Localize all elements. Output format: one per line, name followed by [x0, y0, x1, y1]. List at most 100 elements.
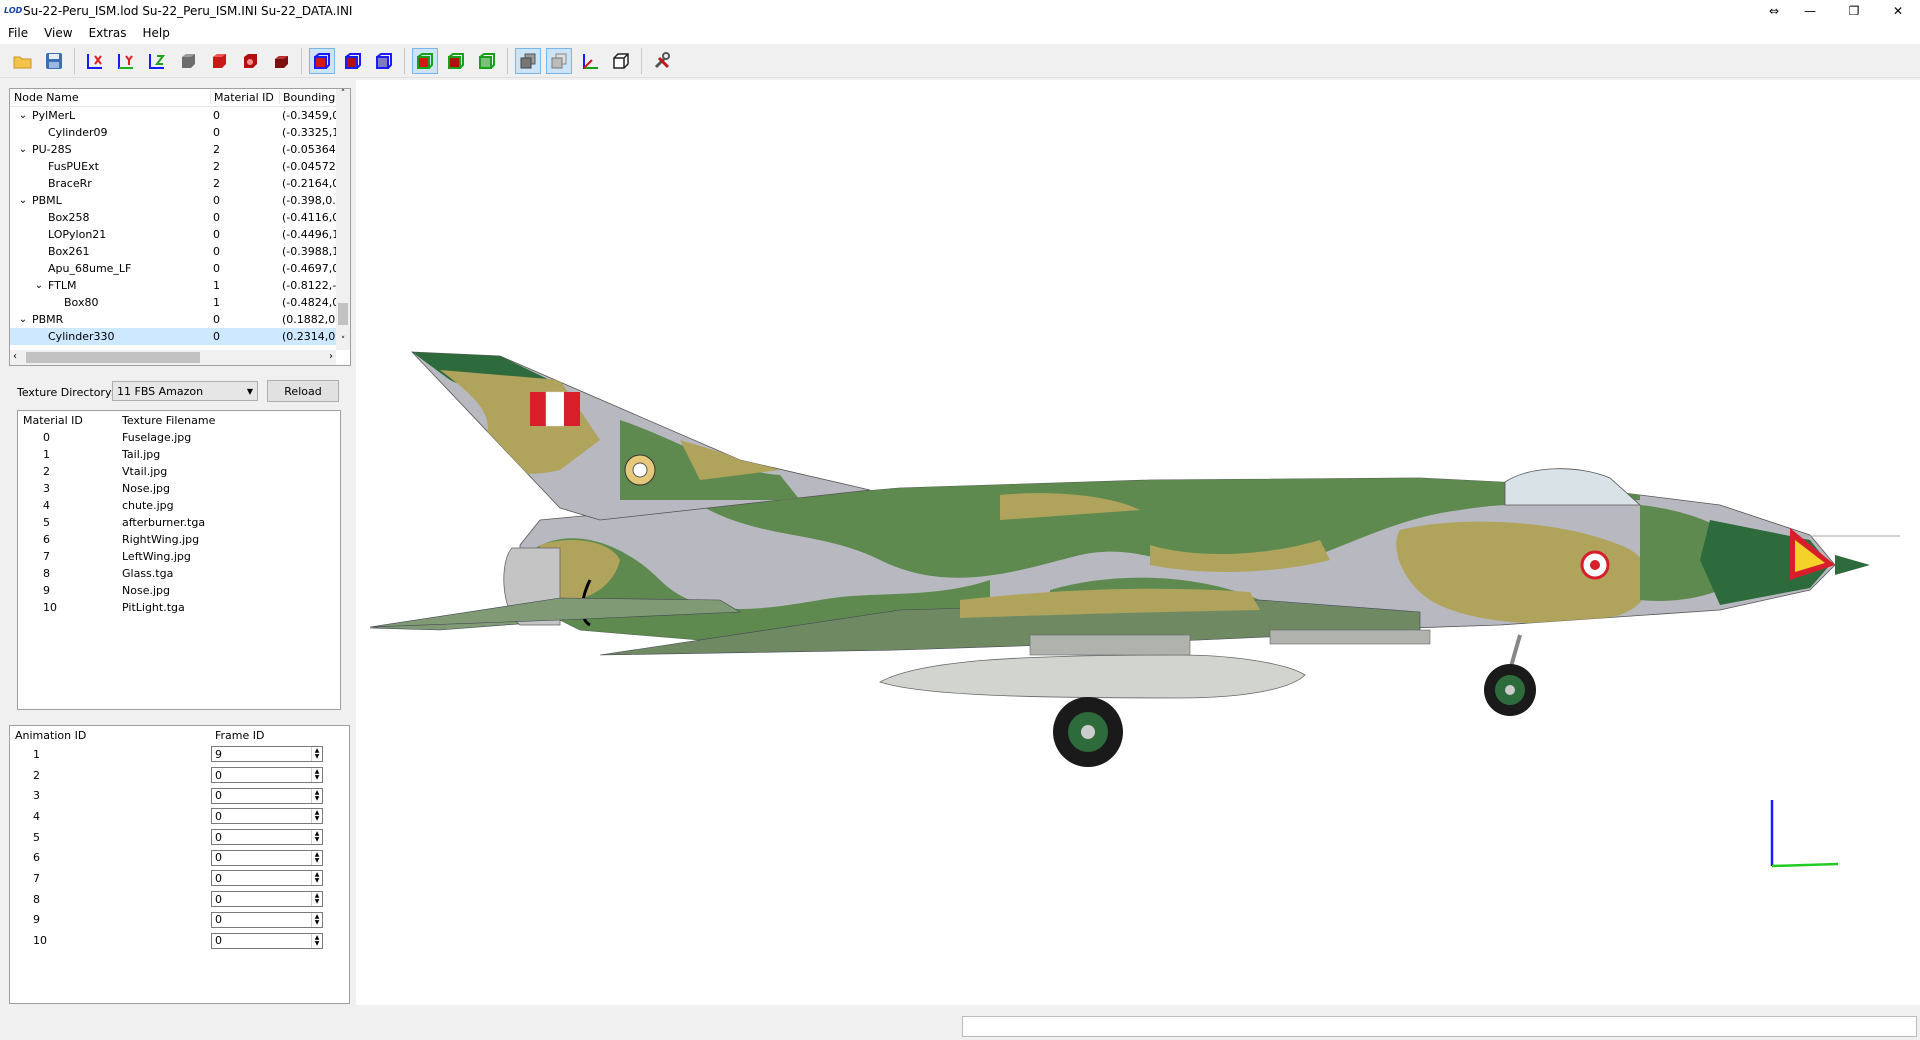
shade-red-box-icon[interactable]: [268, 48, 294, 74]
texture-row[interactable]: 10 PitLight.tga: [18, 599, 340, 616]
frame-id-value[interactable]: 0: [212, 893, 311, 906]
frame-id-spinbox[interactable]: 0 ▲ ▼: [211, 911, 323, 928]
scroll-thumb[interactable]: [26, 352, 200, 363]
texture-row[interactable]: 1 Tail.jpg: [18, 446, 340, 463]
frame-id-value[interactable]: 0: [212, 851, 311, 864]
texture-row[interactable]: 2 Vtail.jpg: [18, 463, 340, 480]
spin-arrows-icon[interactable]: ▲ ▼: [311, 892, 322, 907]
cube-blue-outline-icon[interactable]: [371, 48, 397, 74]
tree-row[interactable]: ⌄ PU-28S 2 (-0.05364,: [10, 141, 336, 158]
menu-view[interactable]: View: [36, 26, 80, 40]
reload-button[interactable]: Reload: [267, 380, 339, 402]
spin-arrows-icon[interactable]: ▲ ▼: [311, 830, 322, 845]
texture-row[interactable]: 7 LeftWing.jpg: [18, 548, 340, 565]
col-node-name[interactable]: Node Name: [10, 91, 210, 104]
texture-row[interactable]: 5 afterburner.tga: [18, 514, 340, 531]
col-material-id[interactable]: Material ID: [18, 414, 118, 427]
tree-row[interactable]: Box80 1 (-0.4824,0: [10, 294, 336, 311]
layers-alt-icon[interactable]: [546, 47, 572, 74]
tree-row[interactable]: Cylinder330 0 (0.2314,0.: [10, 328, 336, 345]
layers-icon[interactable]: [515, 47, 541, 74]
texture-row[interactable]: 0 Fuselage.jpg: [18, 429, 340, 446]
spin-arrows-icon[interactable]: ▲ ▼: [311, 747, 322, 762]
node-tree-hscroll[interactable]: ‹ ›: [10, 350, 336, 365]
frame-id-spinbox[interactable]: 0 ▲ ▼: [211, 808, 323, 825]
3d-viewport[interactable]: [356, 80, 1920, 1005]
box-outline-icon[interactable]: [608, 48, 634, 74]
col-texture-filename[interactable]: Texture Filename: [118, 414, 318, 427]
texture-row[interactable]: 6 RightWing.jpg: [18, 531, 340, 548]
scroll-right-icon[interactable]: ›: [329, 351, 333, 362]
texture-row[interactable]: 9 Nose.jpg: [18, 582, 340, 599]
frame-id-spinbox[interactable]: 0 ▲ ▼: [211, 787, 323, 804]
minimize-icon[interactable]: —: [1788, 0, 1832, 22]
axes-icon[interactable]: [577, 48, 603, 74]
tree-row[interactable]: ⌄ PBML 0 (-0.398,0.: [10, 192, 336, 209]
shade-gray-icon[interactable]: [175, 48, 201, 74]
tree-row[interactable]: Box261 0 (-0.3988,1: [10, 243, 336, 260]
frame-id-value[interactable]: 9: [212, 748, 311, 761]
frame-id-value[interactable]: 0: [212, 872, 311, 885]
tree-row[interactable]: ⌄ PBMR 0 (0.1882,0.: [10, 311, 336, 328]
col-material-id[interactable]: Material ID: [210, 91, 279, 104]
cube-blue-icon[interactable]: [309, 47, 335, 74]
expand-chevron-icon[interactable]: ⌄: [30, 280, 48, 291]
resize-icon[interactable]: ⇔: [1760, 0, 1788, 22]
tree-row[interactable]: Box258 0 (-0.4116,0: [10, 209, 336, 226]
tree-row[interactable]: LOPylon21 0 (-0.4496,1: [10, 226, 336, 243]
col-frame-id[interactable]: Frame ID: [211, 729, 331, 742]
tree-row[interactable]: Apu_68ume_LF 0 (-0.4697,0: [10, 260, 336, 277]
scroll-thumb[interactable]: [338, 303, 348, 325]
frame-id-spinbox[interactable]: 0 ▲ ▼: [211, 870, 323, 887]
cube-green-outline-icon[interactable]: [474, 48, 500, 74]
tree-row[interactable]: Cylinder09 0 (-0.3325,1: [10, 124, 336, 141]
cube-green-solid-icon[interactable]: [443, 48, 469, 74]
menu-file[interactable]: File: [0, 26, 36, 40]
col-animation-id[interactable]: Animation ID: [10, 729, 211, 742]
spin-arrows-icon[interactable]: ▲ ▼: [311, 809, 322, 824]
spin-arrows-icon[interactable]: ▲ ▼: [311, 871, 322, 886]
node-tree-vscroll[interactable]: ˄ ˅: [336, 89, 350, 350]
frame-id-spinbox[interactable]: 0 ▲ ▼: [211, 829, 323, 846]
save-icon[interactable]: [41, 48, 67, 74]
rotate-x-icon[interactable]: [82, 48, 108, 74]
expand-chevron-icon[interactable]: ⌄: [14, 110, 32, 121]
tree-row[interactable]: ⌄ FTLM 1 (-0.8122,-: [10, 277, 336, 294]
col-bounding[interactable]: Bounding: [279, 91, 337, 104]
frame-id-spinbox[interactable]: 0 ▲ ▼: [211, 891, 323, 908]
restore-icon[interactable]: ❐: [1832, 0, 1876, 22]
tools-icon[interactable]: [649, 48, 675, 74]
spin-arrows-icon[interactable]: ▲ ▼: [311, 768, 322, 783]
frame-id-value[interactable]: 0: [212, 789, 311, 802]
texture-directory-select[interactable]: 11 FBS Amazon ▼: [112, 381, 258, 401]
frame-id-value[interactable]: 0: [212, 810, 311, 823]
frame-id-spinbox[interactable]: 0 ▲ ▼: [211, 932, 323, 949]
aircraft-3d-model[interactable]: [356, 80, 1920, 1005]
spin-arrows-icon[interactable]: ▲ ▼: [311, 788, 322, 803]
frame-id-value[interactable]: 0: [212, 769, 311, 782]
tree-row[interactable]: ⌄ PylMerL 0 (-0.3459,0: [10, 107, 336, 124]
expand-chevron-icon[interactable]: ⌄: [14, 195, 32, 206]
frame-id-value[interactable]: 0: [212, 831, 311, 844]
expand-chevron-icon[interactable]: ⌄: [14, 144, 32, 155]
expand-chevron-icon[interactable]: ⌄: [14, 314, 32, 325]
tree-row[interactable]: FusPUExt 2 (-0.04572,: [10, 158, 336, 175]
open-folder-icon[interactable]: [10, 48, 36, 74]
tree-row[interactable]: BraceRr 2 (-0.2164,0: [10, 175, 336, 192]
spin-arrows-icon[interactable]: ▲ ▼: [311, 850, 322, 865]
rotate-y-icon[interactable]: [113, 48, 139, 74]
menu-help[interactable]: Help: [135, 26, 178, 40]
texture-row[interactable]: 3 Nose.jpg: [18, 480, 340, 497]
cube-blue-solid-icon[interactable]: [340, 48, 366, 74]
scroll-down-icon[interactable]: ˅: [336, 336, 350, 350]
cube-green-icon[interactable]: [412, 47, 438, 74]
close-icon[interactable]: ✕: [1876, 0, 1920, 22]
rotate-z-icon[interactable]: [144, 48, 170, 74]
texture-row[interactable]: 8 Glass.tga: [18, 565, 340, 582]
frame-id-spinbox[interactable]: 0 ▲ ▼: [211, 767, 323, 784]
menu-extras[interactable]: Extras: [81, 26, 135, 40]
spin-arrows-icon[interactable]: ▲ ▼: [311, 933, 322, 948]
scroll-left-icon[interactable]: ‹: [13, 351, 17, 362]
frame-id-value[interactable]: 0: [212, 934, 311, 947]
scroll-up-icon[interactable]: ˄: [336, 89, 350, 103]
